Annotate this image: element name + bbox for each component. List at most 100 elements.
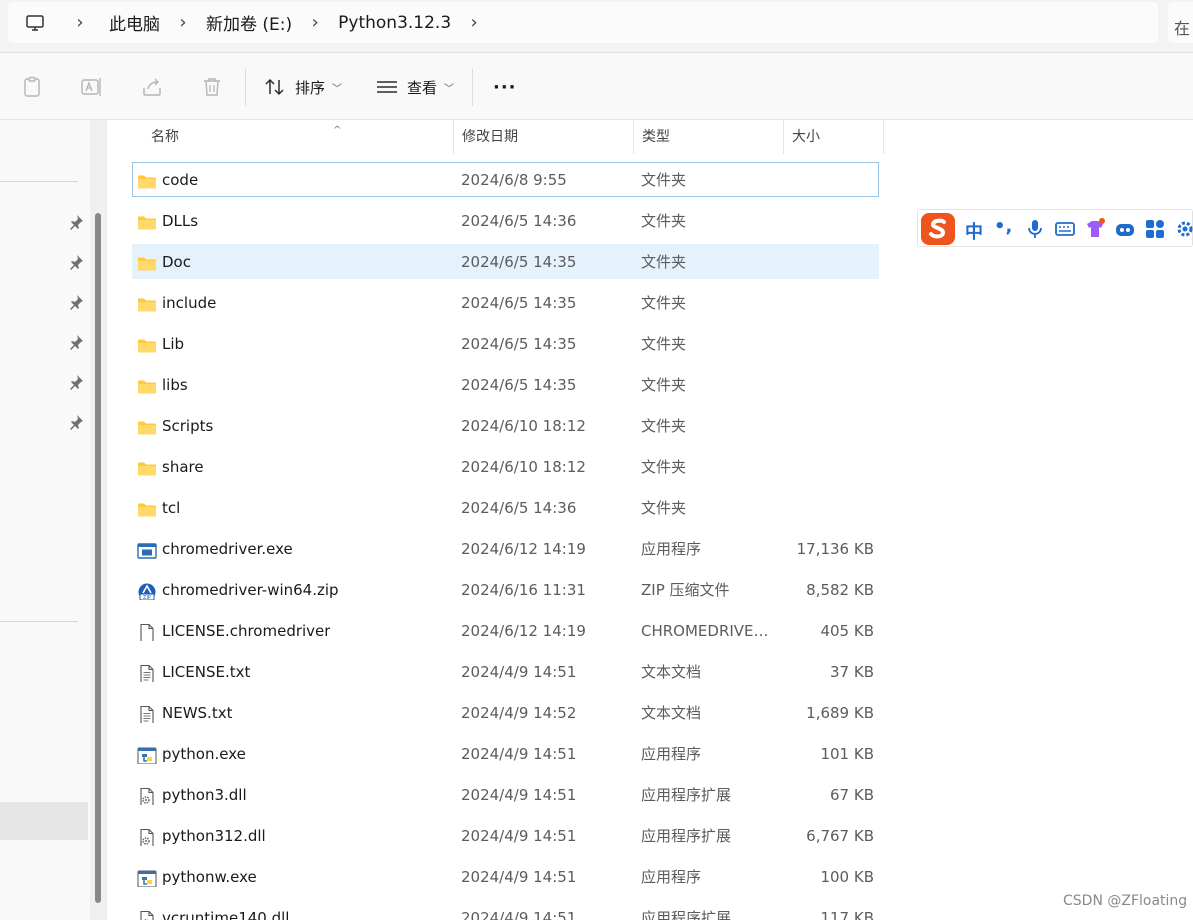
view-button[interactable]: 查看 ﹀ [376,75,454,99]
pin-icon[interactable] [68,294,84,310]
file-type: CHROMEDRIVER... [641,622,776,640]
emoji-robot-icon[interactable] [1114,218,1136,240]
chevron-down-icon: ﹀ [332,83,343,95]
folder-icon [137,211,157,231]
file-size: 100 KB [820,868,874,886]
address-bar[interactable]: › 此电脑 › 新加卷 (E:) › Python3.12.3 › [8,2,1158,43]
chevron-right-icon[interactable]: › [302,2,328,43]
column-size-header[interactable]: 大小 [784,120,884,154]
keyboard-icon[interactable] [1054,218,1076,240]
paste-icon[interactable] [20,75,44,99]
chevron-right-icon[interactable]: › [170,2,196,43]
file-row[interactable]: share 2024/6/10 18:12 文件夹 [132,449,879,484]
file-date-modified: 2024/6/5 14:36 [461,212,577,230]
file-row[interactable]: LICENSE.txt 2024/4/9 14:51 文本文档 37 KB [132,654,879,689]
watermark: CSDN @ZFloating [1063,893,1188,909]
microphone-icon[interactable] [1024,218,1046,240]
file-row[interactable]: LICENSE.chromedriver 2024/6/12 14:19 CHROM… [132,613,879,648]
file-type: 文件夹 [641,212,687,230]
toolbar-divider [472,69,473,106]
pin-icon[interactable] [68,414,84,430]
file-size [783,204,874,239]
breadcrumb-this-pc[interactable]: 此电脑 [99,10,170,35]
file-type: 文件夹 [641,458,687,476]
file-row[interactable]: libs 2024/6/5 14:35 文件夹 [132,367,879,402]
zip-icon: ZIP [137,580,157,600]
file-name: share [162,458,204,476]
file-type: 文件夹 [641,171,687,189]
file-name: python312.dll [162,827,266,845]
nav-scrollbar[interactable] [90,120,107,920]
file-size: 6,767 KB [806,827,874,845]
file-size [783,327,874,362]
column-type-header[interactable]: 类型 [634,120,784,154]
view-list-icon [377,81,397,93]
file-row[interactable]: DLLs 2024/6/5 14:36 文件夹 [132,203,879,238]
file-row[interactable]: tcl 2024/6/5 14:36 文件夹 [132,490,879,525]
pin-icon[interactable] [68,254,84,270]
pin-icon[interactable] [68,214,84,230]
this-pc-icon[interactable] [25,13,45,33]
python-exe-icon [137,867,157,887]
file-row[interactable]: python312.dll 2024/4/9 14:51 应用程序扩展 6,767 K… [132,818,879,853]
file-row[interactable]: NEWS.txt 2024/4/9 14:52 文本文档 1,689 KB [132,695,879,730]
nav-selected-item[interactable] [0,802,88,840]
file-row[interactable]: Doc 2024/6/5 14:35 文件夹 [132,244,879,279]
file-size: 17,136 KB [796,540,874,558]
settings-gear-icon[interactable] [1174,218,1193,240]
chevron-down-icon: ﹀ [444,83,455,95]
file-row[interactable]: chromedriver.exe 2024/6/12 14:19 应用程序 17,13… [132,531,879,566]
file-size: 37 KB [830,663,874,681]
file-row[interactable]: ZIP chromedriver-win64.zip 2024/6/16 11:31… [132,572,879,607]
exe-icon [137,539,157,559]
nav-divider [0,181,78,182]
pin-icon[interactable] [68,334,84,350]
file-name: python3.dll [162,786,247,804]
file-size [783,245,874,280]
column-name-label: 名称 [151,129,179,145]
share-icon[interactable] [140,75,164,99]
column-header: 名称 ^ 修改日期 类型 大小 [107,120,884,154]
file-date-modified: 2024/6/5 14:35 [461,335,577,353]
file-row[interactable]: python3.dll 2024/4/9 14:51 应用程序扩展 67 KB [132,777,879,812]
file-type: 文本文档 [641,704,702,722]
file-type: 文件夹 [641,294,687,312]
rename-icon[interactable] [80,75,104,99]
skin-shirt-icon[interactable] [1084,218,1106,240]
column-name-header[interactable]: 名称 ^ [143,120,454,154]
toolbox-grid-icon[interactable] [1144,218,1166,240]
delete-icon[interactable] [200,75,224,99]
file-date-modified: 2024/4/9 14:51 [461,827,577,845]
folder-icon [137,252,157,272]
file-row[interactable]: vcruntime140.dll 2024/4/9 14:51 应用程序扩展 117 … [132,900,879,920]
punctuation-toggle[interactable]: •, [994,218,1016,240]
chevron-right-icon[interactable]: › [67,2,93,43]
file-date-modified: 2024/6/16 11:31 [461,581,586,599]
file-type: 应用程序扩展 [641,827,732,845]
file-row[interactable]: pythonw.exe 2024/4/9 14:51 应用程序 100 KB [132,859,879,894]
breadcrumb-python-folder[interactable]: Python3.12.3 [328,13,461,33]
text-file-icon [137,662,157,682]
file-row[interactable]: code 2024/6/8 9:55 文件夹 [132,162,879,197]
file-size: 67 KB [830,786,874,804]
file-row[interactable]: python.exe 2024/4/9 14:51 应用程序 101 KB [132,736,879,771]
file-row[interactable]: include 2024/6/5 14:35 文件夹 [132,285,879,320]
file-date-modified: 2024/4/9 14:52 [461,704,577,722]
chevron-right-icon[interactable]: › [461,2,487,43]
more-options-button[interactable]: ··· [493,75,517,99]
search-box[interactable]: 在 [1168,2,1193,43]
file-name: code [162,171,199,189]
pin-icon[interactable] [68,374,84,390]
sort-icon [265,78,284,96]
sort-button[interactable]: 排序 ﹀ [264,75,342,99]
scrollbar-thumb[interactable] [95,213,101,903]
column-date-header[interactable]: 修改日期 [454,120,634,154]
sogou-logo-icon[interactable] [920,212,956,246]
file-row[interactable]: Lib 2024/6/5 14:35 文件夹 [132,326,879,361]
file-name: Lib [162,335,185,353]
file-row[interactable]: Scripts 2024/6/10 18:12 文件夹 [132,408,879,443]
ime-chinese-mode-toggle[interactable]: 中 [965,218,983,244]
breadcrumb-drive-e[interactable]: 新加卷 (E:) [196,10,302,35]
file-type: 应用程序 [641,745,702,763]
file-date-modified: 2024/6/8 9:55 [461,171,567,189]
